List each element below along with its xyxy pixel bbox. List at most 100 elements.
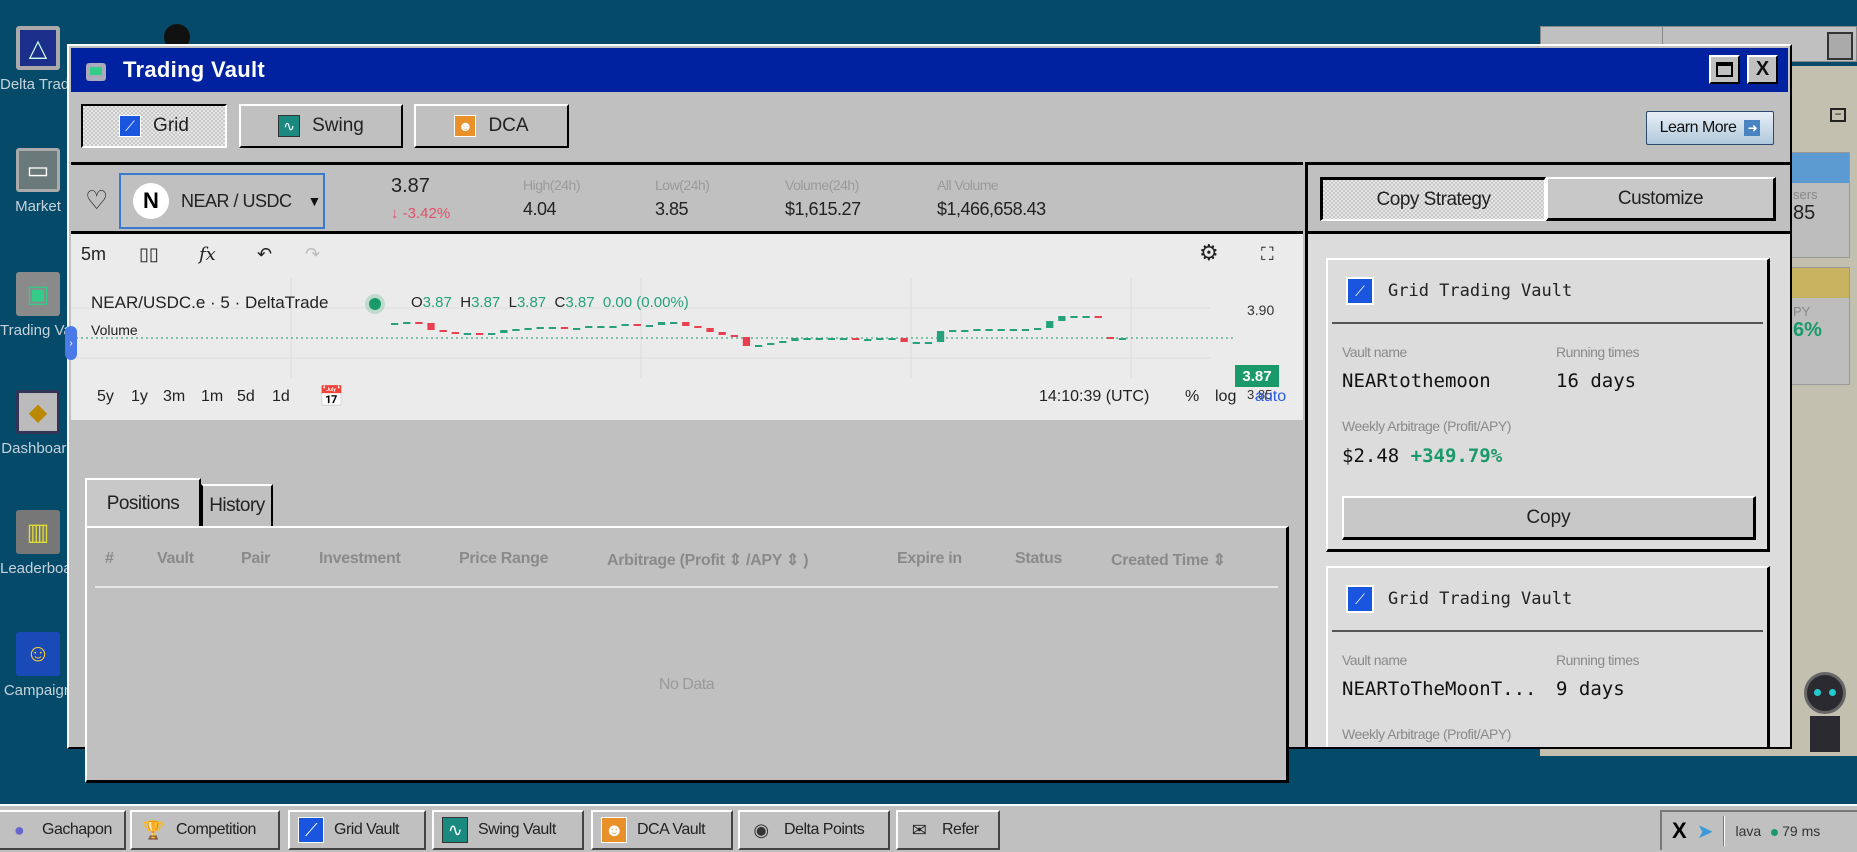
tab-copy-strategy[interactable]: Copy Strategy	[1320, 177, 1546, 221]
column-header[interactable]: Price Range	[459, 550, 548, 568]
grid-icon: ⟋	[298, 817, 324, 843]
candle-up	[864, 339, 872, 341]
x-twitter-icon[interactable]: X	[1672, 818, 1687, 844]
chart-sidebar-toggle[interactable]: ›	[65, 326, 77, 360]
copy-button[interactable]: Copy	[1342, 496, 1756, 540]
tab-customize[interactable]: Customize	[1546, 177, 1776, 221]
close-button[interactable]: X	[1747, 55, 1778, 84]
taskbar-swing-vault[interactable]: ∿ Swing Vault	[432, 810, 584, 850]
candle-up	[936, 331, 945, 342]
range-5d[interactable]: 5d	[237, 388, 255, 406]
robot-icon	[83, 57, 109, 83]
interval-selector[interactable]: 5m	[81, 244, 106, 265]
undo-icon[interactable]: ↶	[257, 244, 272, 265]
maximize-button[interactable]	[1709, 55, 1740, 84]
column-header[interactable]: Investment	[319, 550, 401, 568]
close-icon: X	[1755, 58, 1770, 80]
system-tray: X ➤ lava 79 ms	[1660, 810, 1857, 850]
tab-swing[interactable]: ∿ Swing	[239, 104, 403, 148]
candle-up	[997, 329, 1005, 331]
heart-icon[interactable]: ♡	[85, 185, 108, 216]
range-1m[interactable]: 1m	[201, 388, 223, 406]
chart-symbol-title: NEAR/USDC.e · 5 · DeltaTrade	[91, 293, 329, 312]
column-header[interactable]: Arbitrage (Profit ⇕ /APY ⇕ )	[607, 550, 809, 570]
candle-up	[839, 338, 848, 340]
column-header[interactable]: Created Time ⇕	[1111, 550, 1226, 570]
percent-scale-toggle[interactable]: %	[1185, 388, 1199, 406]
column-header[interactable]: Status	[1015, 550, 1062, 568]
desktop-icon-delta-trade[interactable]: △ Delta Trade	[0, 26, 76, 93]
candle-down	[706, 328, 714, 332]
gear-icon[interactable]: ⚙	[1199, 240, 1219, 266]
candle-up	[1033, 328, 1042, 330]
tab-grid[interactable]: ⟋ Grid	[81, 104, 227, 148]
refer-icon: ✉	[911, 819, 927, 840]
taskbar-delta-points[interactable]: ◉ Delta Points	[738, 810, 890, 850]
stat-all-volume: All Volume $1,466,658.43	[937, 177, 1046, 219]
taskbar: ● Gachapon 🏆 Competition ⟋ Grid Vault ∿ …	[0, 804, 1857, 852]
candle-up	[961, 330, 969, 332]
candle-up	[767, 343, 775, 345]
column-header: #	[105, 550, 114, 567]
candle-up	[949, 330, 957, 332]
robot-mascot-icon[interactable]	[1800, 672, 1850, 752]
taskbar-competition[interactable]: 🏆 Competition	[130, 810, 280, 850]
candle-up	[512, 329, 520, 331]
desktop-icon-dashboard[interactable]: ◆ Dashboard	[0, 390, 76, 457]
range-5y[interactable]: 5y	[97, 388, 114, 406]
log-scale-toggle[interactable]: log	[1215, 388, 1236, 406]
candle-down	[742, 337, 751, 346]
market-status-dot	[369, 298, 381, 310]
vault-card-title: Grid Trading Vault	[1388, 589, 1573, 609]
vault-card: ⟋ Grid Trading Vault Vault name NEARToTh…	[1326, 566, 1770, 747]
dca-icon: ☻	[601, 817, 627, 843]
column-header[interactable]: Vault	[157, 550, 194, 568]
vault-card: ⟋ Grid Trading Vault Vault name NEARtoth…	[1326, 258, 1770, 552]
desktop-icon-campaign[interactable]: ☺ Campaign	[0, 632, 76, 699]
maximize-icon	[1716, 62, 1733, 77]
title-bar[interactable]: Trading Vault X	[71, 48, 1788, 92]
current-price: 3.87	[391, 175, 430, 197]
dca-icon: ☻	[454, 115, 477, 137]
auto-scale-toggle[interactable]: auto	[1255, 388, 1286, 406]
indicators-icon[interactable]: fx	[199, 244, 216, 265]
range-3m[interactable]: 3m	[163, 388, 185, 406]
column-header[interactable]: Pair	[241, 550, 270, 568]
taskbar-grid-vault[interactable]: ⟋ Grid Vault	[288, 810, 426, 850]
taskbar-gachapon[interactable]: ● Gachapon	[0, 810, 126, 850]
last-price-badge: 3.87	[1235, 365, 1279, 387]
candle-type-icon[interactable]: ▯▯	[139, 244, 159, 265]
running-time: 9 days	[1556, 678, 1625, 700]
copy-tabs: Copy Strategy Customize	[1308, 162, 1790, 234]
desktop-icon-leaderboard[interactable]: ▥ Leaderboard	[0, 510, 76, 577]
range-1d[interactable]: 1d	[272, 388, 290, 406]
candle-up	[973, 329, 981, 331]
grid-icon: ⟋	[119, 115, 142, 137]
candle-down	[451, 332, 459, 334]
apy-value: +349.79%	[1410, 445, 1503, 467]
save-disk-icon[interactable]	[1827, 32, 1853, 60]
redo-icon[interactable]: ↷	[305, 244, 320, 265]
swing-icon: ∿	[442, 817, 468, 843]
column-header[interactable]: Expire in	[897, 550, 962, 568]
taskbar-dca-vault[interactable]: ☻ DCA Vault	[591, 810, 733, 850]
calendar-goto-icon[interactable]: 📅	[319, 384, 344, 409]
candle-up	[548, 327, 556, 329]
candle-down	[730, 335, 738, 337]
candle-down	[1094, 316, 1102, 318]
learn-more-button[interactable]: Learn More ➜	[1646, 111, 1774, 145]
tab-history[interactable]: History	[201, 484, 273, 526]
taskbar-refer[interactable]: ✉ Refer	[896, 810, 1000, 850]
desktop-icon-market[interactable]: ▭ Market	[0, 148, 76, 215]
fullscreen-icon[interactable]: ⛶	[1261, 244, 1274, 265]
tab-dca[interactable]: ☻ DCA	[414, 104, 569, 148]
minimize-icon[interactable]: −	[1830, 108, 1846, 122]
network-name: lava	[1735, 823, 1762, 839]
price-chart: 5m ▯▯ fx ↶ ↷ ⚙ ⛶ › NEAR/USDC.e · 5 · Del…	[65, 234, 1303, 420]
tab-positions[interactable]: Positions	[85, 478, 201, 528]
candle-up	[524, 328, 532, 330]
pair-selector[interactable]: N NEAR / USDC ▼	[119, 173, 325, 229]
telegram-icon[interactable]: ➤	[1697, 819, 1714, 844]
range-1y[interactable]: 1y	[131, 388, 148, 406]
candle-up	[985, 329, 993, 331]
